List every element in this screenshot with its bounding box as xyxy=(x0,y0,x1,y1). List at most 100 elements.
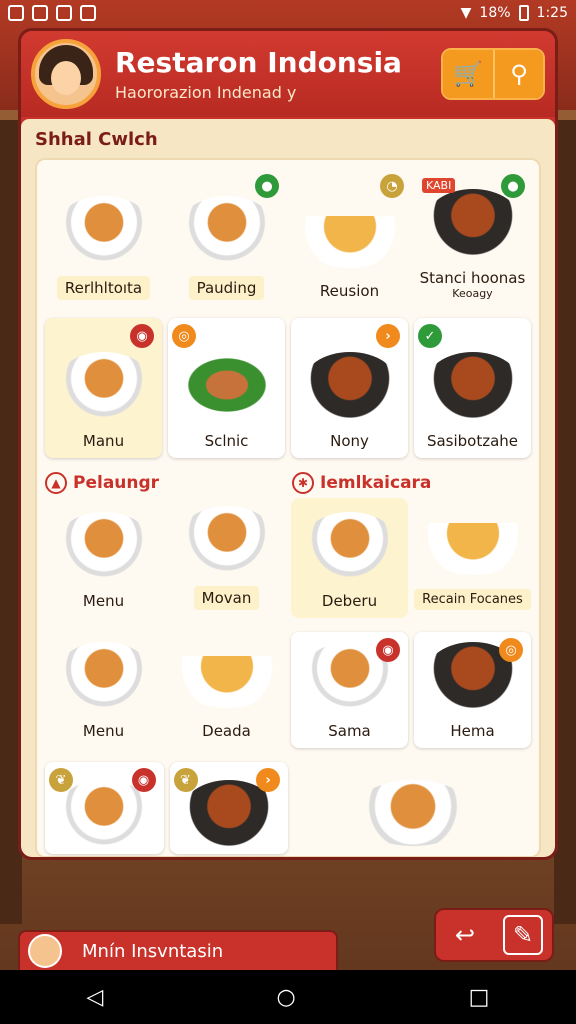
menu-item[interactable]: Reusion ◔ xyxy=(291,168,408,308)
menu-item-label: Deberu xyxy=(321,592,378,610)
menu-item[interactable]: Movan xyxy=(168,498,285,618)
dish-fried-chicken-icon xyxy=(352,780,473,846)
menu-item-label: Menu xyxy=(82,592,125,610)
menu-row: Menu Deada ◉ Sama ◎ Hema xyxy=(45,632,531,752)
item-tag: KABI xyxy=(422,178,456,193)
dish-chicken-icon xyxy=(301,512,398,578)
info-badge-icon: ◎ xyxy=(499,638,523,662)
menu-item-label: Reusion xyxy=(319,282,380,300)
leaf-badge-icon: ❦ xyxy=(173,768,198,792)
menu-item[interactable]: ◎ Hema xyxy=(414,632,531,748)
menu-item-label: Sclnic xyxy=(204,432,249,450)
battery-icon xyxy=(518,5,529,21)
avatar[interactable] xyxy=(31,39,101,109)
info-badge-icon: ◎ xyxy=(172,324,196,348)
menu-item-sublabel: Keoagy xyxy=(452,287,493,300)
bottom-bar-label: Mnín Insvntasin xyxy=(82,940,224,962)
dish-noodle-icon xyxy=(178,656,275,708)
menu-item[interactable]: Recain Focanes xyxy=(414,498,531,618)
edit-icon: ✎ xyxy=(512,921,534,949)
nav-recents-icon[interactable]: □ xyxy=(469,985,490,1010)
store-button[interactable]: 🛒 xyxy=(443,50,493,98)
dish-banana-icon xyxy=(424,352,521,418)
search-icon: ⚲ xyxy=(510,60,528,88)
category-title: Pelaungr xyxy=(73,473,160,493)
menu-item-label: Sasibotzahe xyxy=(426,432,519,450)
menu-row: ◉ Manu ◎ Sclnic › Nony ✓ Sasibotzahe xyxy=(45,318,531,458)
menu-item-label: Recain Focanes xyxy=(414,589,531,610)
category-heading: ✱ Iemlkaicara xyxy=(292,468,531,498)
dish-curry-icon xyxy=(424,189,521,255)
dish-salad-icon xyxy=(424,523,521,575)
menu-item[interactable]: Deberu xyxy=(291,498,408,618)
menu-item-label: Deada xyxy=(202,722,251,740)
info-badge-icon: › xyxy=(376,324,400,348)
veg-badge-icon: ● xyxy=(501,174,525,198)
clock: 1:25 xyxy=(536,5,568,21)
menu-item[interactable]: ◉ Sama xyxy=(291,632,408,748)
menu-item[interactable]: ◎ Sclnic xyxy=(168,318,285,458)
category-icon: ✱ xyxy=(292,472,314,494)
menu-item-label: Stanci hoonas xyxy=(419,269,526,287)
dish-rice-icon xyxy=(55,196,152,262)
status-bar: ▼ 18% 1:25 xyxy=(0,0,576,26)
menu-item[interactable]: ❦ › xyxy=(169,762,288,854)
menu-item-label: Hema xyxy=(450,722,495,740)
menu-item[interactable]: Menu xyxy=(45,498,162,618)
back-button[interactable]: ↩ xyxy=(445,915,485,955)
menu-item-label: Rerlhltoıta xyxy=(56,276,151,300)
menu-item[interactable] xyxy=(294,762,531,854)
edit-button[interactable]: ✎ xyxy=(503,915,543,955)
action-buttons: ↩ ✎ xyxy=(434,908,554,962)
bottom-profile-bar[interactable]: Mnín Insvntasin xyxy=(18,930,338,972)
system-nav-bar: ◁ ○ □ xyxy=(0,970,576,1024)
notification-icon xyxy=(80,5,96,21)
dish-bowl-icon xyxy=(301,216,398,268)
menu-row: Rerlhltoıta Pauding ● Reusion ◔ KABI ● S… xyxy=(45,168,531,308)
menu-row: Menu Movan Deberu Recain Focanes xyxy=(45,498,531,622)
notification-icon xyxy=(8,5,24,21)
menu-item-label: Nony xyxy=(330,432,369,450)
category-title: Iemlkaicara xyxy=(320,473,432,493)
menu-item[interactable]: ❦ ◉ xyxy=(45,762,164,854)
nav-home-icon[interactable]: ○ xyxy=(276,985,295,1010)
menu-row: ❦ ◉ ❦ › xyxy=(45,762,531,857)
nav-back-icon[interactable]: ◁ xyxy=(87,985,104,1010)
menu-item[interactable]: ◉ Manu xyxy=(45,318,162,458)
menu-item[interactable]: ✓ Sasibotzahe xyxy=(414,318,531,458)
menu-item[interactable]: Menu xyxy=(45,632,162,748)
menu-item[interactable]: Rerlhltoıta xyxy=(45,168,162,308)
content-area: Shhal Cwlch Rerlhltoıta Pauding ● Reusio… xyxy=(21,119,555,857)
menu-item[interactable]: › Nony xyxy=(291,318,408,458)
dish-beef-icon xyxy=(55,352,152,418)
notification-icon xyxy=(32,5,48,21)
dish-leaf-icon xyxy=(178,352,275,418)
section-title: Shhal Cwlch xyxy=(35,129,158,150)
menu-card-area: Rerlhltoıta Pauding ● Reusion ◔ KABI ● S… xyxy=(35,158,541,857)
battery-percent: 18% xyxy=(479,5,511,21)
leaf-badge-icon: ❦ xyxy=(49,768,73,792)
dish-curry-icon xyxy=(55,512,152,578)
category-icon: ▲ xyxy=(45,472,67,494)
avatar-face xyxy=(51,61,81,95)
notification-icon xyxy=(56,5,72,21)
back-arrow-icon: ↩ xyxy=(454,921,476,949)
menu-item-label: Menu xyxy=(82,722,125,740)
menu-item-label: Sama xyxy=(328,722,371,740)
dish-soup-icon xyxy=(178,196,275,262)
check-badge-icon: ✓ xyxy=(418,324,442,348)
search-button[interactable]: ⚲ xyxy=(493,50,543,98)
spice-badge-icon: ◔ xyxy=(380,174,404,198)
info-badge-icon: › xyxy=(256,768,280,792)
wifi-icon: ▼ xyxy=(460,5,472,21)
veg-badge-icon: ● xyxy=(255,174,279,198)
app-subtitle: Haororazion Indenad y xyxy=(115,82,297,102)
menu-item[interactable]: KABI ● Stanci hoonas Keoagy xyxy=(414,168,531,308)
app-header: Restaron Indonsia Haororazion Indenad y … xyxy=(21,31,555,117)
store-icon: 🛒 xyxy=(453,60,483,88)
menu-item-label: Movan xyxy=(193,586,260,610)
menu-item-label: Manu xyxy=(82,432,125,450)
menu-item[interactable]: Pauding ● xyxy=(168,168,285,308)
dish-stew-icon xyxy=(301,352,398,418)
menu-item[interactable]: Deada xyxy=(168,632,285,748)
